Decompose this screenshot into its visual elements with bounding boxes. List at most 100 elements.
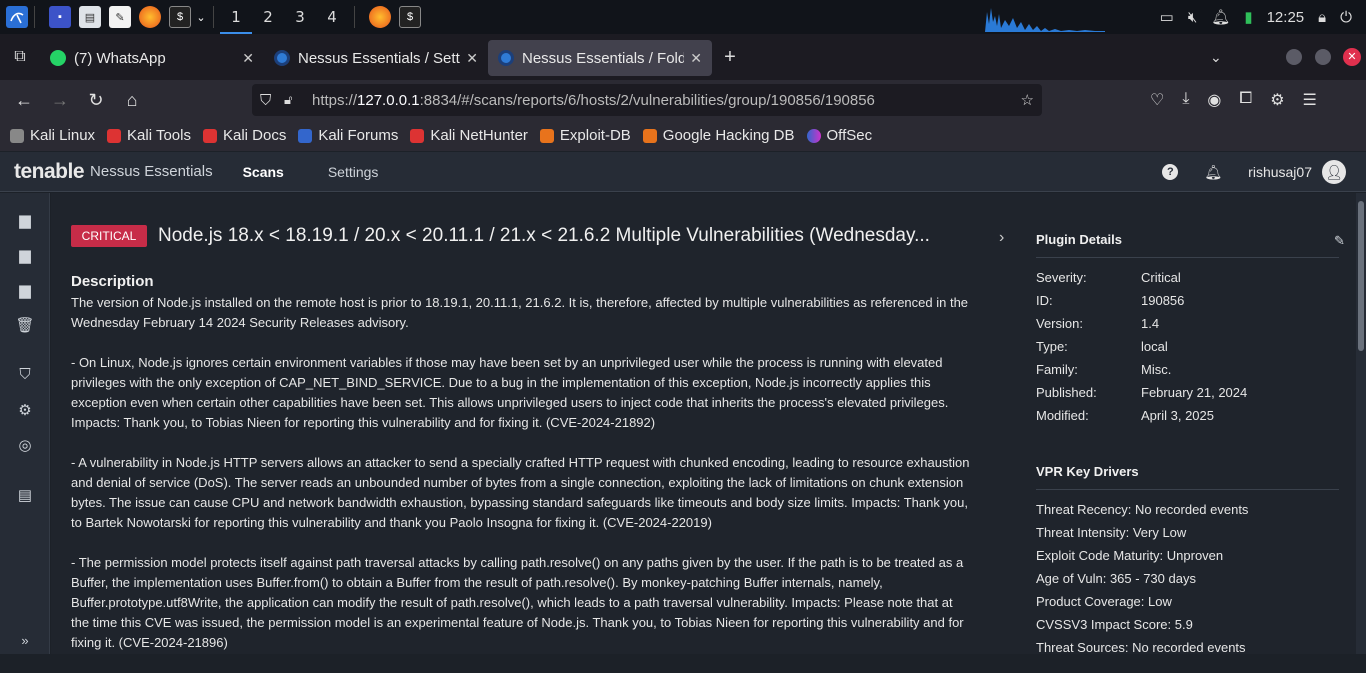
workspace-1[interactable]: 1 <box>220 0 252 34</box>
notification-bell-icon[interactable]: 🔔︎ <box>1204 164 1222 181</box>
vpr-item: Exploit Code Maturity: Unproven <box>1036 548 1224 563</box>
tenable-logo[interactable]: tenable <box>14 160 85 184</box>
insecure-lock-icon[interactable]: 🔓︎ <box>284 92 292 108</box>
firefox-icon[interactable] <box>139 6 161 28</box>
chevron-right-icon[interactable]: › <box>999 229 1004 247</box>
notification-bell-icon[interactable]: 🔔︎ <box>1211 8 1230 26</box>
terrascan-icon[interactable]: ▤ <box>15 486 35 506</box>
workspace-2[interactable]: 2 <box>252 0 284 34</box>
bookmark-kali-docs[interactable]: Kali Docs <box>202 127 286 144</box>
file-manager-icon[interactable]: ▤ <box>79 6 101 28</box>
workspace-4[interactable]: 4 <box>316 0 348 34</box>
pocket-icon[interactable]: ♡ <box>1150 90 1164 110</box>
sync-icon[interactable]: ⚙ <box>1270 90 1284 110</box>
plugin-rules-icon[interactable]: ⚙ <box>15 401 35 421</box>
edit-pencil-icon[interactable]: ✎ <box>1334 233 1345 249</box>
firefox-window-icon[interactable] <box>369 6 391 28</box>
workspace-3[interactable]: 3 <box>284 0 316 34</box>
scanner-icon[interactable]: ◎ <box>15 436 35 456</box>
bookmark-star-icon[interactable]: ☆ <box>1021 91 1034 109</box>
detail-value: Misc. <box>1141 362 1172 377</box>
shield-icon[interactable]: ⛉ <box>260 92 271 109</box>
bookmark-label: Kali Forums <box>318 127 399 144</box>
nav-scans[interactable]: Scans <box>243 164 284 180</box>
detail-value: February 21, 2024 <box>1141 385 1248 400</box>
kali-menu-icon[interactable] <box>6 6 28 28</box>
back-arrow-icon[interactable]: ← <box>6 90 42 111</box>
vpr-item: Threat Recency: No recorded events <box>1036 502 1249 517</box>
battery-icon[interactable]: ▮ <box>1244 8 1252 26</box>
folder-icon[interactable]: ▆ <box>15 246 35 266</box>
bookmark-offsec[interactable]: OffSec <box>806 127 872 144</box>
bookmark-kali-tools[interactable]: Kali Tools <box>107 127 191 144</box>
bookmark-kali-forums[interactable]: Kali Forums <box>298 127 398 144</box>
bookmark-kali-nethunter[interactable]: Kali NetHunter <box>410 127 528 144</box>
nav-settings[interactable]: Settings <box>328 164 379 180</box>
tab-whatsapp[interactable]: (7) WhatsApp ✕ <box>40 40 264 76</box>
nessus-header: tenable Nessus Essentials Scans Settings… <box>0 152 1366 192</box>
scrollbar-thumb[interactable] <box>1358 201 1364 351</box>
detail-value: local <box>1141 339 1168 354</box>
bookmarks-toolbar: Kali Linux Kali Tools Kali Docs Kali For… <box>0 120 1366 151</box>
browser-tab-bar: ⧉ (7) WhatsApp ✕ Nessus Essentials / Set… <box>0 34 1366 80</box>
tab-nessus-folders[interactable]: Nessus Essentials / Folde ✕ <box>488 40 712 76</box>
forward-arrow-icon[interactable]: → <box>42 90 78 111</box>
bookmark-label: Kali Linux <box>30 127 96 144</box>
kali-tools-icon <box>107 128 122 143</box>
main-content: CRITICAL Node.js 18.x < 18.19.1 / 20.x <… <box>51 193 1356 655</box>
page-scrollbar[interactable] <box>1356 193 1366 654</box>
display-icon[interactable]: ▭ <box>1160 8 1174 26</box>
description-body: The version of Node.js installed on the … <box>71 293 971 673</box>
bookmark-kali-linux[interactable]: Kali Linux <box>10 127 95 144</box>
hamburger-menu-icon[interactable]: ☰ <box>1303 90 1317 110</box>
minimize-icon[interactable] <box>1286 49 1302 65</box>
folder-icon[interactable]: ▆ <box>15 211 35 231</box>
account-icon[interactable]: ◉ <box>1207 90 1221 110</box>
text-editor-icon[interactable]: ✎ <box>109 6 131 28</box>
detail-value: April 3, 2025 <box>1141 408 1214 423</box>
url-bar[interactable]: ⛉ 🔓︎ https://127.0.0.1:8834/#/scans/repo… <box>252 84 1042 116</box>
description-paragraph: - On Linux, Node.js ignores certain envi… <box>71 355 949 430</box>
policy-shield-icon[interactable]: ⛉ <box>15 366 35 386</box>
new-tab-icon[interactable]: + <box>712 46 748 69</box>
extensions-icon[interactable]: ⧠ <box>1239 90 1252 110</box>
detail-value: 1.4 <box>1141 316 1160 331</box>
close-icon[interactable]: ✕ <box>242 50 254 67</box>
home-icon[interactable]: ⌂ <box>114 90 150 111</box>
expand-sidebar-icon[interactable]: » <box>15 633 35 653</box>
terminal-icon[interactable]: $ <box>169 6 191 28</box>
bookmark-google-hacking-db[interactable]: Google Hacking DB <box>642 127 795 144</box>
workspace-switcher-icon[interactable]: ▪ <box>49 6 71 28</box>
download-icon[interactable]: ⤓ <box>1182 90 1189 110</box>
list-tabs-chevron-icon[interactable]: ⌄ <box>1210 49 1222 66</box>
description-paragraph: The version of Node.js installed on the … <box>71 295 969 330</box>
power-icon[interactable]: ⏻ <box>1340 9 1352 26</box>
window-close-icon[interactable]: ✕ <box>1343 48 1361 66</box>
kali-dragon-icon <box>10 128 24 143</box>
vpr-item: Threat Intensity: Very Low <box>1036 525 1187 540</box>
detail-key: Published: <box>1036 385 1097 400</box>
vpr-item: CVSSV3 Impact Score: 5.9 <box>1036 617 1193 632</box>
trash-icon[interactable]: 🗑︎ <box>15 316 35 336</box>
detail-key: Family: <box>1036 362 1078 377</box>
tab-overview-icon[interactable]: ⧉ <box>0 48 40 66</box>
tab-nessus-settings[interactable]: Nessus Essentials / Settin ✕ <box>264 40 488 76</box>
maximize-icon[interactable] <box>1315 49 1331 65</box>
help-icon[interactable]: ? <box>1162 164 1179 180</box>
clock[interactable]: 12:25 <box>1267 9 1305 26</box>
product-name: Nessus Essentials <box>90 163 213 180</box>
mute-icon[interactable]: 🔇︎ <box>1188 9 1197 26</box>
terminal-window-icon[interactable]: $ <box>399 6 421 28</box>
reload-icon[interactable]: ↻ <box>78 90 114 111</box>
network-activity-graph <box>965 8 1105 32</box>
lock-icon[interactable]: 🔒︎ <box>1318 9 1326 26</box>
chevron-down-icon[interactable]: ⌄ <box>195 6 207 28</box>
close-icon[interactable]: ✕ <box>690 50 702 67</box>
folder-icon[interactable]: ▆ <box>15 281 35 301</box>
detail-row-id: ID: 190856 <box>1036 293 1184 308</box>
user-menu[interactable]: rishusaj07 👤︎ <box>1248 160 1346 184</box>
username: rishusaj07 <box>1248 164 1312 180</box>
bookmark-exploit-db[interactable]: Exploit-DB <box>539 127 631 144</box>
exploit-db-icon <box>539 128 554 143</box>
close-icon[interactable]: ✕ <box>466 50 478 67</box>
